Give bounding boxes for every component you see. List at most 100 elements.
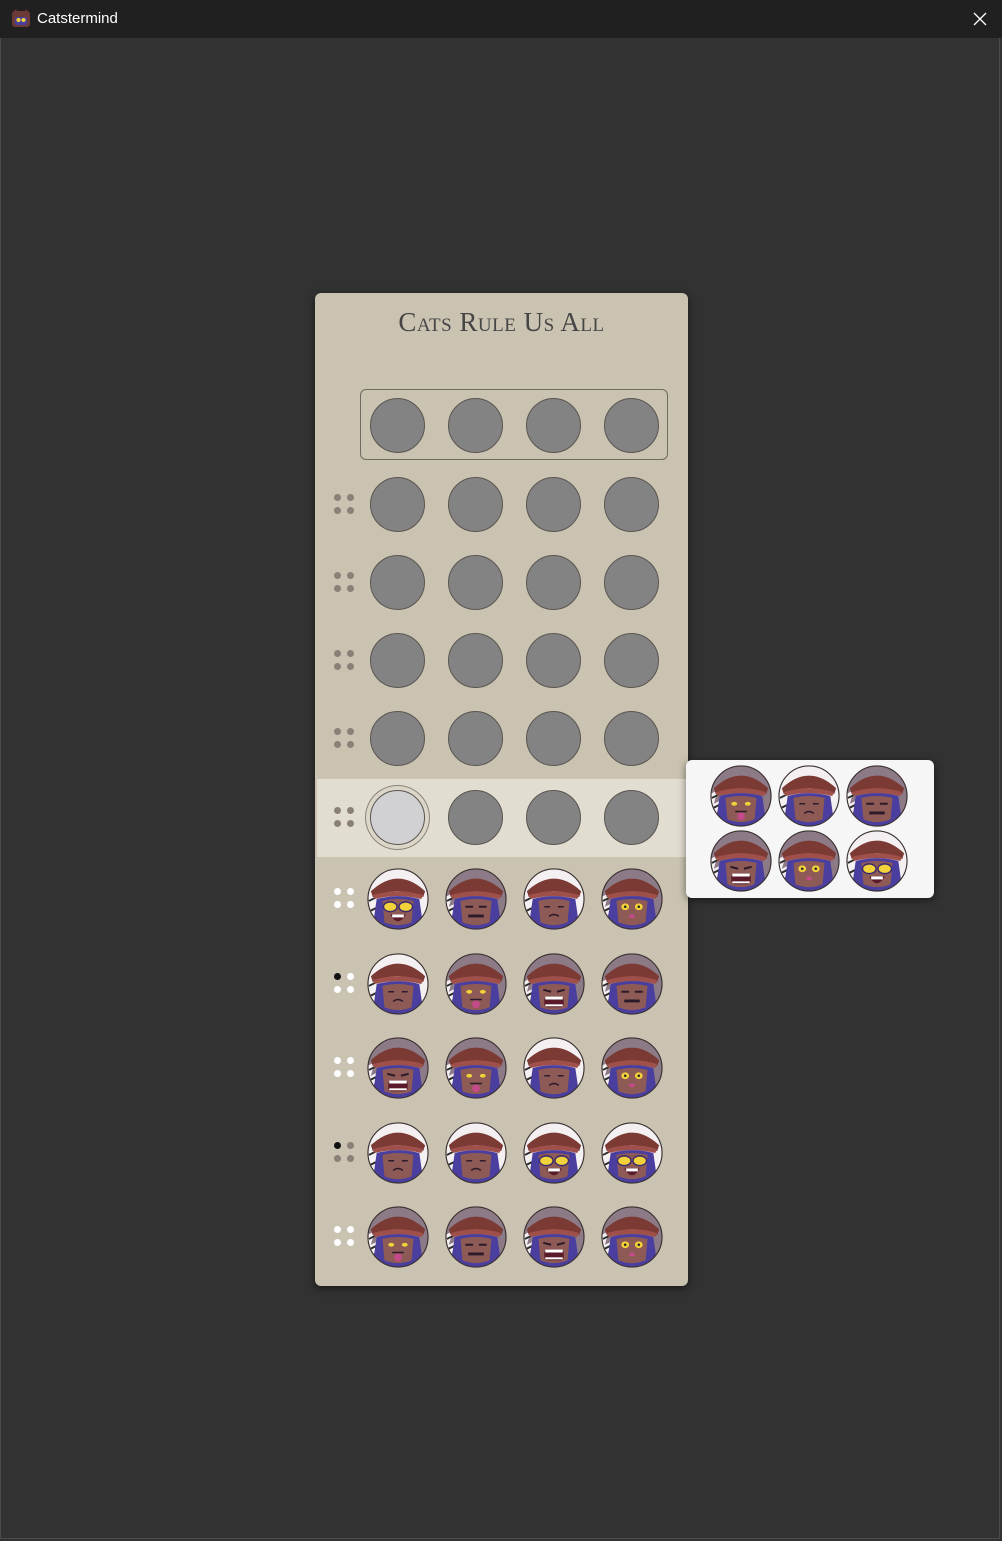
- feedback-peg-gray: [334, 572, 341, 579]
- cat-yell-icon: [710, 830, 772, 892]
- picker-option-5[interactable]: [778, 830, 840, 892]
- cat-smirk-icon: [846, 765, 908, 827]
- feedback-peg-white: [334, 901, 341, 908]
- guess-5-cat-2[interactable]: [445, 1206, 507, 1268]
- guess-3-cat-2[interactable]: [445, 1037, 507, 1099]
- feedback-peg-gray: [347, 1155, 354, 1162]
- feedback-peg-black: [334, 973, 341, 980]
- guess-1-cat-3[interactable]: [523, 868, 585, 930]
- picker-option-3[interactable]: [846, 765, 908, 827]
- secret-peg-2[interactable]: [448, 398, 503, 453]
- feedback-peg-gray: [334, 728, 341, 735]
- guess-slot-1-2[interactable]: [448, 477, 503, 532]
- cat-tongue-icon: [445, 1037, 507, 1099]
- guess-1-cat-4[interactable]: [601, 868, 663, 930]
- feedback-pegs-row-guess-3: [334, 1057, 356, 1079]
- guess-slot-3-4[interactable]: [604, 633, 659, 688]
- guess-slot-4-4[interactable]: [604, 711, 659, 766]
- guess-slot-4-1[interactable]: [370, 711, 425, 766]
- guess-2-cat-4[interactable]: [601, 953, 663, 1015]
- feedback-pegs-row-1: [334, 494, 356, 516]
- guess-5-cat-4[interactable]: [601, 1206, 663, 1268]
- guess-slot-3-1[interactable]: [370, 633, 425, 688]
- active-guess-slot-5-1[interactable]: [370, 790, 425, 845]
- picker-option-6[interactable]: [846, 830, 908, 892]
- guess-1-cat-1[interactable]: [367, 868, 429, 930]
- feedback-peg-white: [347, 973, 354, 980]
- guess-3-cat-1[interactable]: [367, 1037, 429, 1099]
- guess-5-cat-3[interactable]: [523, 1206, 585, 1268]
- secret-peg-1[interactable]: [370, 398, 425, 453]
- cat-frown-icon: [778, 765, 840, 827]
- feedback-pegs-row-5: [334, 807, 356, 829]
- feedback-peg-gray: [347, 663, 354, 670]
- feedback-pegs-row-guess-5: [334, 1226, 356, 1248]
- guess-slot-3-3[interactable]: [526, 633, 581, 688]
- cat-smirk-icon: [445, 868, 507, 930]
- board-title: Cats Rule Us All: [398, 307, 605, 337]
- guess-4-cat-2[interactable]: [445, 1122, 507, 1184]
- guess-slot-1-1[interactable]: [370, 477, 425, 532]
- cat-smirk-icon: [601, 953, 663, 1015]
- guess-4-cat-4[interactable]: [601, 1122, 663, 1184]
- feedback-peg-white: [347, 901, 354, 908]
- cat-glasses-open-icon: [846, 830, 908, 892]
- feedback-peg-black: [334, 1142, 341, 1149]
- guess-slot-1-3[interactable]: [526, 477, 581, 532]
- active-guess-slot-5-2[interactable]: [448, 790, 503, 845]
- cat-frown-icon: [523, 868, 585, 930]
- feedback-peg-white: [347, 1070, 354, 1077]
- feedback-peg-gray: [334, 820, 341, 827]
- guess-slot-1-4[interactable]: [604, 477, 659, 532]
- feedback-peg-white: [334, 1070, 341, 1077]
- feedback-peg-gray: [347, 650, 354, 657]
- feedback-peg-gray: [347, 494, 354, 501]
- guess-3-cat-4[interactable]: [601, 1037, 663, 1099]
- cat-frown-icon: [523, 1037, 585, 1099]
- guess-slot-2-4[interactable]: [604, 555, 659, 610]
- cat-smirk-icon: [445, 1206, 507, 1268]
- cat-yellow-eyes-icon: [601, 1037, 663, 1099]
- guess-slot-2-3[interactable]: [526, 555, 581, 610]
- feedback-peg-gray: [347, 807, 354, 814]
- close-button[interactable]: [960, 0, 1000, 38]
- guess-slot-4-3[interactable]: [526, 711, 581, 766]
- feedback-peg-white: [334, 1057, 341, 1064]
- picker-option-1[interactable]: [710, 765, 772, 827]
- feedback-pegs-row-3: [334, 650, 356, 672]
- guess-4-cat-1[interactable]: [367, 1122, 429, 1184]
- game-board: Cats Rule Us All: [315, 293, 688, 1286]
- guess-1-cat-2[interactable]: [445, 868, 507, 930]
- feedback-peg-white: [347, 1239, 354, 1246]
- feedback-peg-gray: [347, 741, 354, 748]
- feedback-pegs-row-4: [334, 728, 356, 750]
- cat-picker-popup: [686, 760, 934, 898]
- guess-slot-2-2[interactable]: [448, 555, 503, 610]
- feedback-peg-white: [334, 1239, 341, 1246]
- secret-peg-3[interactable]: [526, 398, 581, 453]
- guess-slot-3-2[interactable]: [448, 633, 503, 688]
- guess-slot-2-1[interactable]: [370, 555, 425, 610]
- feedback-peg-gray: [334, 1155, 341, 1162]
- picker-option-2[interactable]: [778, 765, 840, 827]
- guess-2-cat-2[interactable]: [445, 953, 507, 1015]
- feedback-peg-white: [334, 1226, 341, 1233]
- guess-5-cat-1[interactable]: [367, 1206, 429, 1268]
- cat-yell-icon: [367, 1037, 429, 1099]
- cat-glasses-open-icon: [367, 868, 429, 930]
- feedback-peg-gray: [334, 663, 341, 670]
- secret-peg-4[interactable]: [604, 398, 659, 453]
- cat-frown-icon: [367, 1122, 429, 1184]
- guess-3-cat-3[interactable]: [523, 1037, 585, 1099]
- active-guess-slot-5-4[interactable]: [604, 790, 659, 845]
- guess-2-cat-3[interactable]: [523, 953, 585, 1015]
- guess-4-cat-3[interactable]: [523, 1122, 585, 1184]
- feedback-pegs-row-guess-2: [334, 973, 356, 995]
- cat-yell-icon: [523, 953, 585, 1015]
- guess-2-cat-1[interactable]: [367, 953, 429, 1015]
- picker-option-4[interactable]: [710, 830, 772, 892]
- guess-slot-4-2[interactable]: [448, 711, 503, 766]
- feedback-peg-gray: [334, 807, 341, 814]
- cat-tongue-icon: [367, 1206, 429, 1268]
- active-guess-slot-5-3[interactable]: [526, 790, 581, 845]
